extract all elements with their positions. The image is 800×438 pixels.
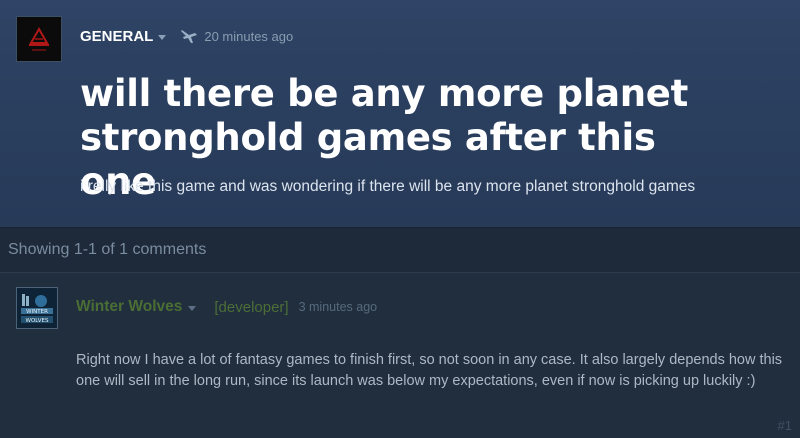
svg-text:WOLVES: WOLVES	[26, 318, 49, 324]
op-avatar[interactable]	[16, 16, 62, 62]
comment-number[interactable]: #1	[778, 418, 792, 433]
topic-timestamp: 20 minutes ago	[204, 28, 294, 44]
topic-panel: GENERAL 20 minutes ago will there be any…	[0, 0, 800, 228]
red-logo-icon	[17, 17, 61, 61]
comment-text: Right now I have a lot of fantasy games …	[76, 352, 783, 389]
comments-count: Showing 1-1 of 1 comments	[8, 241, 207, 258]
chevron-down-icon[interactable]	[188, 305, 197, 311]
developer-badge: [developer]	[214, 298, 289, 316]
svg-text:WINTER: WINTER	[26, 309, 48, 315]
comment: WINTER WOLVES Winter Wolves [developer] …	[0, 272, 800, 438]
comment-header: Winter Wolves [developer] 3 minutes ago	[76, 298, 377, 316]
comments-summary-bar: Showing 1-1 of 1 comments	[0, 229, 800, 273]
comment-author-name[interactable]: Winter Wolves	[76, 298, 182, 316]
chevron-down-icon[interactable]	[158, 34, 167, 40]
topic-body: i relly like this game and was wondering…	[80, 178, 696, 195]
topic-author-line: GENERAL 20 minutes ago	[80, 26, 293, 46]
topic-author-name[interactable]: GENERAL	[80, 28, 153, 45]
airplane-icon	[181, 30, 198, 43]
commenter-avatar[interactable]: WINTER WOLVES	[16, 287, 58, 329]
winter-wolves-logo-icon: WINTER WOLVES	[17, 288, 57, 328]
comment-timestamp: 3 minutes ago	[298, 300, 378, 314]
